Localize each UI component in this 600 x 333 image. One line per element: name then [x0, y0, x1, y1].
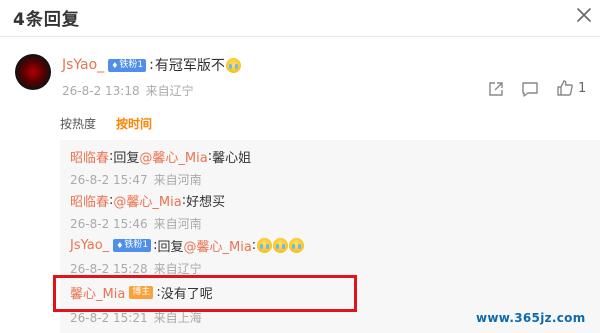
reply-time: 26-8-2 15:47: [70, 173, 148, 187]
fan-badge: ♦ 铁粉1: [113, 238, 152, 252]
fan-badge: ♦ 铁粉1: [108, 58, 147, 72]
mention-link[interactable]: @馨心_Mia: [184, 236, 252, 255]
reply-time: 26-8-2 15:28: [70, 262, 148, 276]
reply-prefix: 回复: [157, 239, 184, 255]
reply-location: 来自辽宁: [153, 262, 202, 276]
like-count: 1: [578, 81, 587, 96]
header-divider: [0, 36, 600, 37]
site-watermark: www.365jz.com: [476, 311, 586, 325]
sort-by-time-tab[interactable]: 按时间: [116, 115, 152, 132]
comment-meta: 26-8-2 13:18 来自辽宁: [62, 82, 194, 99]
comment-icon[interactable]: [521, 80, 539, 102]
cry-laugh-emoji-icon: [289, 237, 305, 253]
dialog-header: 4条回复: [0, 0, 600, 36]
avatar[interactable]: [15, 54, 51, 90]
reply-item: 昭临春 : @馨心_Mia : 好想买: [70, 190, 225, 210]
reply-prefix: 回复: [113, 150, 140, 166]
close-icon[interactable]: [573, 4, 595, 26]
cry-laugh-emoji-icon: [273, 237, 289, 253]
reply-username[interactable]: 昭临春: [70, 191, 109, 210]
cry-laugh-emoji-icon: [225, 57, 241, 73]
reply-location: 来自上海: [153, 311, 202, 325]
reply-username[interactable]: 昭临春: [70, 147, 109, 166]
reply-meta: 26-8-2 15:46 来自河南: [70, 215, 202, 232]
reply-time: 26-8-2 15:46: [70, 217, 148, 231]
reply-time: 26-8-2 15:21: [70, 311, 148, 325]
fan-badge-label: 铁粉1: [119, 59, 144, 70]
cry-laugh-emoji-icon: [257, 237, 273, 253]
mention-link[interactable]: @馨心_Mia: [113, 191, 181, 210]
reply-username[interactable]: JsYao_: [70, 238, 109, 253]
fan-badge-icon: ♦: [116, 240, 124, 250]
reply-item: JsYao_ ♦ 铁粉1 : 回复 @馨心_Mia :: [70, 235, 305, 255]
mention-link[interactable]: @馨心_Mia: [139, 147, 207, 166]
fan-badge-icon: ♦: [111, 60, 119, 70]
reply-text: 馨心姐: [212, 150, 252, 166]
comment-text: 有冠军版不: [154, 58, 225, 74]
like-icon[interactable]: [556, 79, 574, 101]
reply-text: 好想买: [186, 194, 226, 210]
separator: :: [149, 57, 154, 73]
reply-location: 来自河南: [153, 217, 202, 231]
reply-item: 昭临春 : 回复 @馨心_Mia : 馨心姐: [70, 146, 251, 166]
highlight-annotation-box: [53, 275, 357, 312]
sort-by-hot-tab[interactable]: 按热度: [60, 115, 96, 132]
share-icon[interactable]: [487, 80, 505, 102]
comment-location: 来自辽宁: [145, 84, 194, 98]
fan-badge-label: 铁粉1: [124, 239, 149, 250]
dialog-title: 4条回复: [13, 10, 80, 30]
reply-meta: 26-8-2 15:47 来自河南: [70, 171, 202, 188]
separator: :: [251, 237, 257, 253]
main-comment-line: JsYao_ ♦ 铁粉1 : 有冠军版不: [62, 54, 241, 76]
reply-location: 来自河南: [153, 173, 202, 187]
comment-username[interactable]: JsYao_: [62, 57, 104, 73]
comment-time: 26-8-2 13:18: [62, 84, 140, 98]
